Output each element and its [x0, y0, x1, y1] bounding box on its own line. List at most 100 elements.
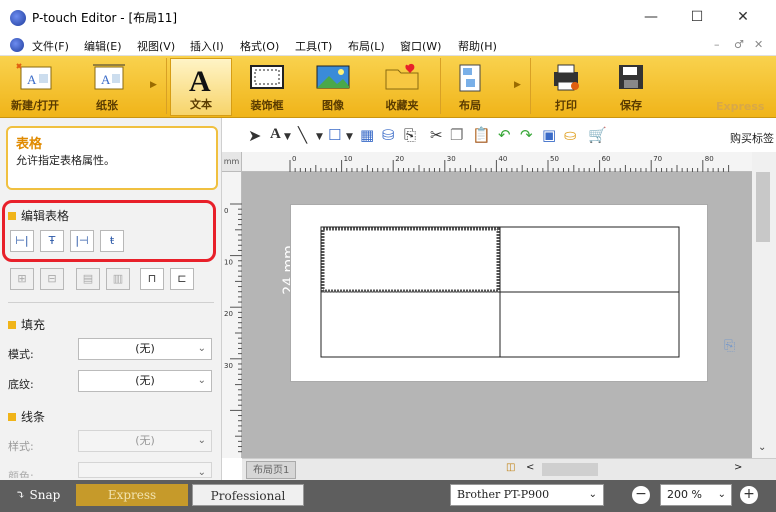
mdi-restore-button[interactable]: ♂ [734, 38, 744, 51]
menu-window[interactable]: 窗口(W) [400, 38, 441, 54]
table-object[interactable] [291, 205, 709, 383]
rectangle-tool-icon[interactable]: ☐ [328, 126, 341, 144]
chevron-down-icon[interactable]: ▼ [346, 132, 353, 142]
print-button[interactable]: 打印 [536, 58, 596, 116]
menu-format[interactable]: 格式(O) [240, 38, 279, 54]
shading-label: 底纹: [8, 378, 34, 391]
layout-button[interactable]: 布局 [444, 58, 496, 116]
close-button[interactable]: ✕ [730, 6, 756, 28]
text-tool-icon[interactable]: A [270, 126, 281, 143]
color-select[interactable]: ⌄ [78, 462, 212, 478]
info-box: 表格 允许指定表格属性。 [6, 126, 218, 190]
copy-icon[interactable]: ❐ [450, 126, 463, 144]
style-select[interactable]: (无) ⌄ [78, 430, 212, 452]
ruler-label: 20 [224, 310, 233, 318]
delete-row-button[interactable]: ▤ [76, 268, 100, 290]
image-button[interactable]: 图像 [302, 58, 364, 116]
ruler-label: 10 [344, 155, 353, 163]
zoom-out-button[interactable]: − [632, 486, 650, 504]
menu-edit[interactable]: 编辑(E) [84, 38, 122, 54]
menu-view[interactable]: 视图(V) [137, 38, 175, 54]
zoom-in-button[interactable]: + [740, 486, 758, 504]
frame-icon [250, 65, 284, 89]
printer-value: Brother PT-P900 [457, 488, 550, 501]
layout-page-tab[interactable]: 布局页1 [246, 461, 297, 479]
paste-icon[interactable]: 📋 [472, 126, 491, 144]
insert-row-above-button[interactable]: Ŧ [40, 230, 64, 252]
menu-tools[interactable]: 工具(T) [295, 38, 332, 54]
save-button[interactable]: 保存 [602, 58, 660, 116]
redo-icon[interactable]: ↷ [520, 126, 533, 144]
distribute-rows-button[interactable]: ⊏ [170, 268, 194, 290]
drawing-toolbar: ➤ A ▼ ╲ ▼ ☐ ▼ ▦ ⛁ ⎘ ✂ ❐ 📋 ↶ ↷ ▣ ⛀ 🛒 购买标签 [222, 122, 776, 152]
shading-select[interactable]: (无) ⌄ [78, 370, 212, 392]
ribbon-separator [166, 58, 167, 114]
maximize-button[interactable]: ☐ [684, 6, 710, 28]
mdi-minimize-button[interactable]: – [714, 38, 720, 51]
distribute-columns-button[interactable]: ⊓ [140, 268, 164, 290]
horizontal-ruler: 0 10 20 30 40 50 60 70 80 [242, 152, 752, 172]
mode-label: 模式: [8, 348, 34, 361]
text-label: 文本 [190, 98, 212, 111]
menu-insert[interactable]: 插入(I) [190, 38, 224, 54]
ribbon-expand-icon[interactable]: ▶ [150, 80, 157, 90]
object-properties-icon[interactable]: ⎘ [724, 338, 740, 354]
scroll-down-icon[interactable]: ⌄ [758, 442, 766, 453]
buy-labels-link[interactable]: 购买标签 [730, 130, 774, 146]
insert-column-left-button[interactable]: ⊢| [10, 230, 34, 252]
arrange-icon[interactable]: ⎘ [404, 126, 416, 144]
cylinder-icon[interactable]: ⛀ [564, 126, 577, 144]
database-icon[interactable]: ⛁ [382, 126, 395, 144]
image-icon [316, 65, 350, 89]
text-button[interactable]: A 文本 [170, 58, 232, 116]
delete-column-button[interactable]: ▥ [106, 268, 130, 290]
paper-icon: A [93, 64, 125, 90]
horizontal-scroll-thumb[interactable] [542, 463, 598, 476]
chevron-down-icon: ⌄ [197, 435, 206, 446]
line-tool-icon[interactable]: ╲ [298, 126, 307, 144]
chevron-down-icon[interactable]: ▼ [284, 132, 291, 142]
snap-label: Snap [29, 488, 61, 502]
ruler-unit-corner: mm [222, 152, 242, 172]
design-canvas[interactable]: 24 mm ⎘ [242, 172, 752, 458]
menu-layout[interactable]: 布局(L) [348, 38, 385, 54]
horizontal-ruler-ticks: 0 10 20 30 40 50 60 70 80 [289, 155, 730, 172]
undo-icon[interactable]: ↶ [498, 126, 511, 144]
split-cells-button[interactable]: ⊟ [40, 268, 64, 290]
mdi-close-button[interactable]: ✕ [754, 38, 763, 51]
doc-icon [10, 38, 24, 52]
paper-button[interactable]: A 纸张 [74, 58, 140, 116]
table-tool-icon[interactable]: ▦ [360, 126, 374, 144]
menu-help[interactable]: 帮助(H) [458, 38, 497, 54]
select-arrow-icon[interactable]: ➤ [248, 126, 261, 145]
label-paper[interactable] [290, 204, 708, 382]
zoom-select[interactable]: 200 % ⌄ [660, 484, 732, 506]
express-mode-tab[interactable]: Express [76, 484, 188, 506]
frame-button[interactable]: 装饰框 [236, 58, 298, 116]
scroll-thumb[interactable] [756, 172, 770, 242]
insert-row-below-button[interactable]: ŧ [100, 230, 124, 252]
chevron-down-icon[interactable]: ▼ [316, 132, 323, 142]
printer-select[interactable]: Brother PT-P900 ⌄ [450, 484, 604, 506]
ruler-label: 70 [653, 155, 662, 163]
shading-value: (无) [135, 374, 155, 387]
svg-text:A: A [101, 72, 111, 87]
snap-toggle[interactable]: ⤵ Snap [6, 484, 70, 506]
minimize-button[interactable]: — [638, 6, 664, 28]
vertical-scrollbar[interactable]: ⌄ [752, 152, 776, 458]
favorites-icon [385, 63, 419, 90]
cart-icon[interactable]: 🛒 [588, 126, 607, 144]
merge-cells-button[interactable]: ⊞ [10, 268, 34, 290]
menu-file[interactable]: 文件(F) [32, 38, 69, 54]
scroll-left-icon[interactable]: < [526, 462, 534, 473]
favorites-button[interactable]: 收藏夹 [370, 58, 434, 116]
professional-mode-tab[interactable]: Professional [192, 484, 304, 506]
image-label: 图像 [322, 99, 344, 112]
window-icon[interactable]: ▣ [542, 126, 556, 144]
ribbon-expand-icon[interactable]: ▶ [514, 80, 521, 90]
new-open-button[interactable]: A 新建/打开 [2, 58, 68, 116]
cut-icon[interactable]: ✂ [430, 126, 443, 144]
insert-column-right-button[interactable]: |⊣ [70, 230, 94, 252]
mode-select[interactable]: (无) ⌄ [78, 338, 212, 360]
scroll-right-icon[interactable]: > [734, 462, 742, 473]
